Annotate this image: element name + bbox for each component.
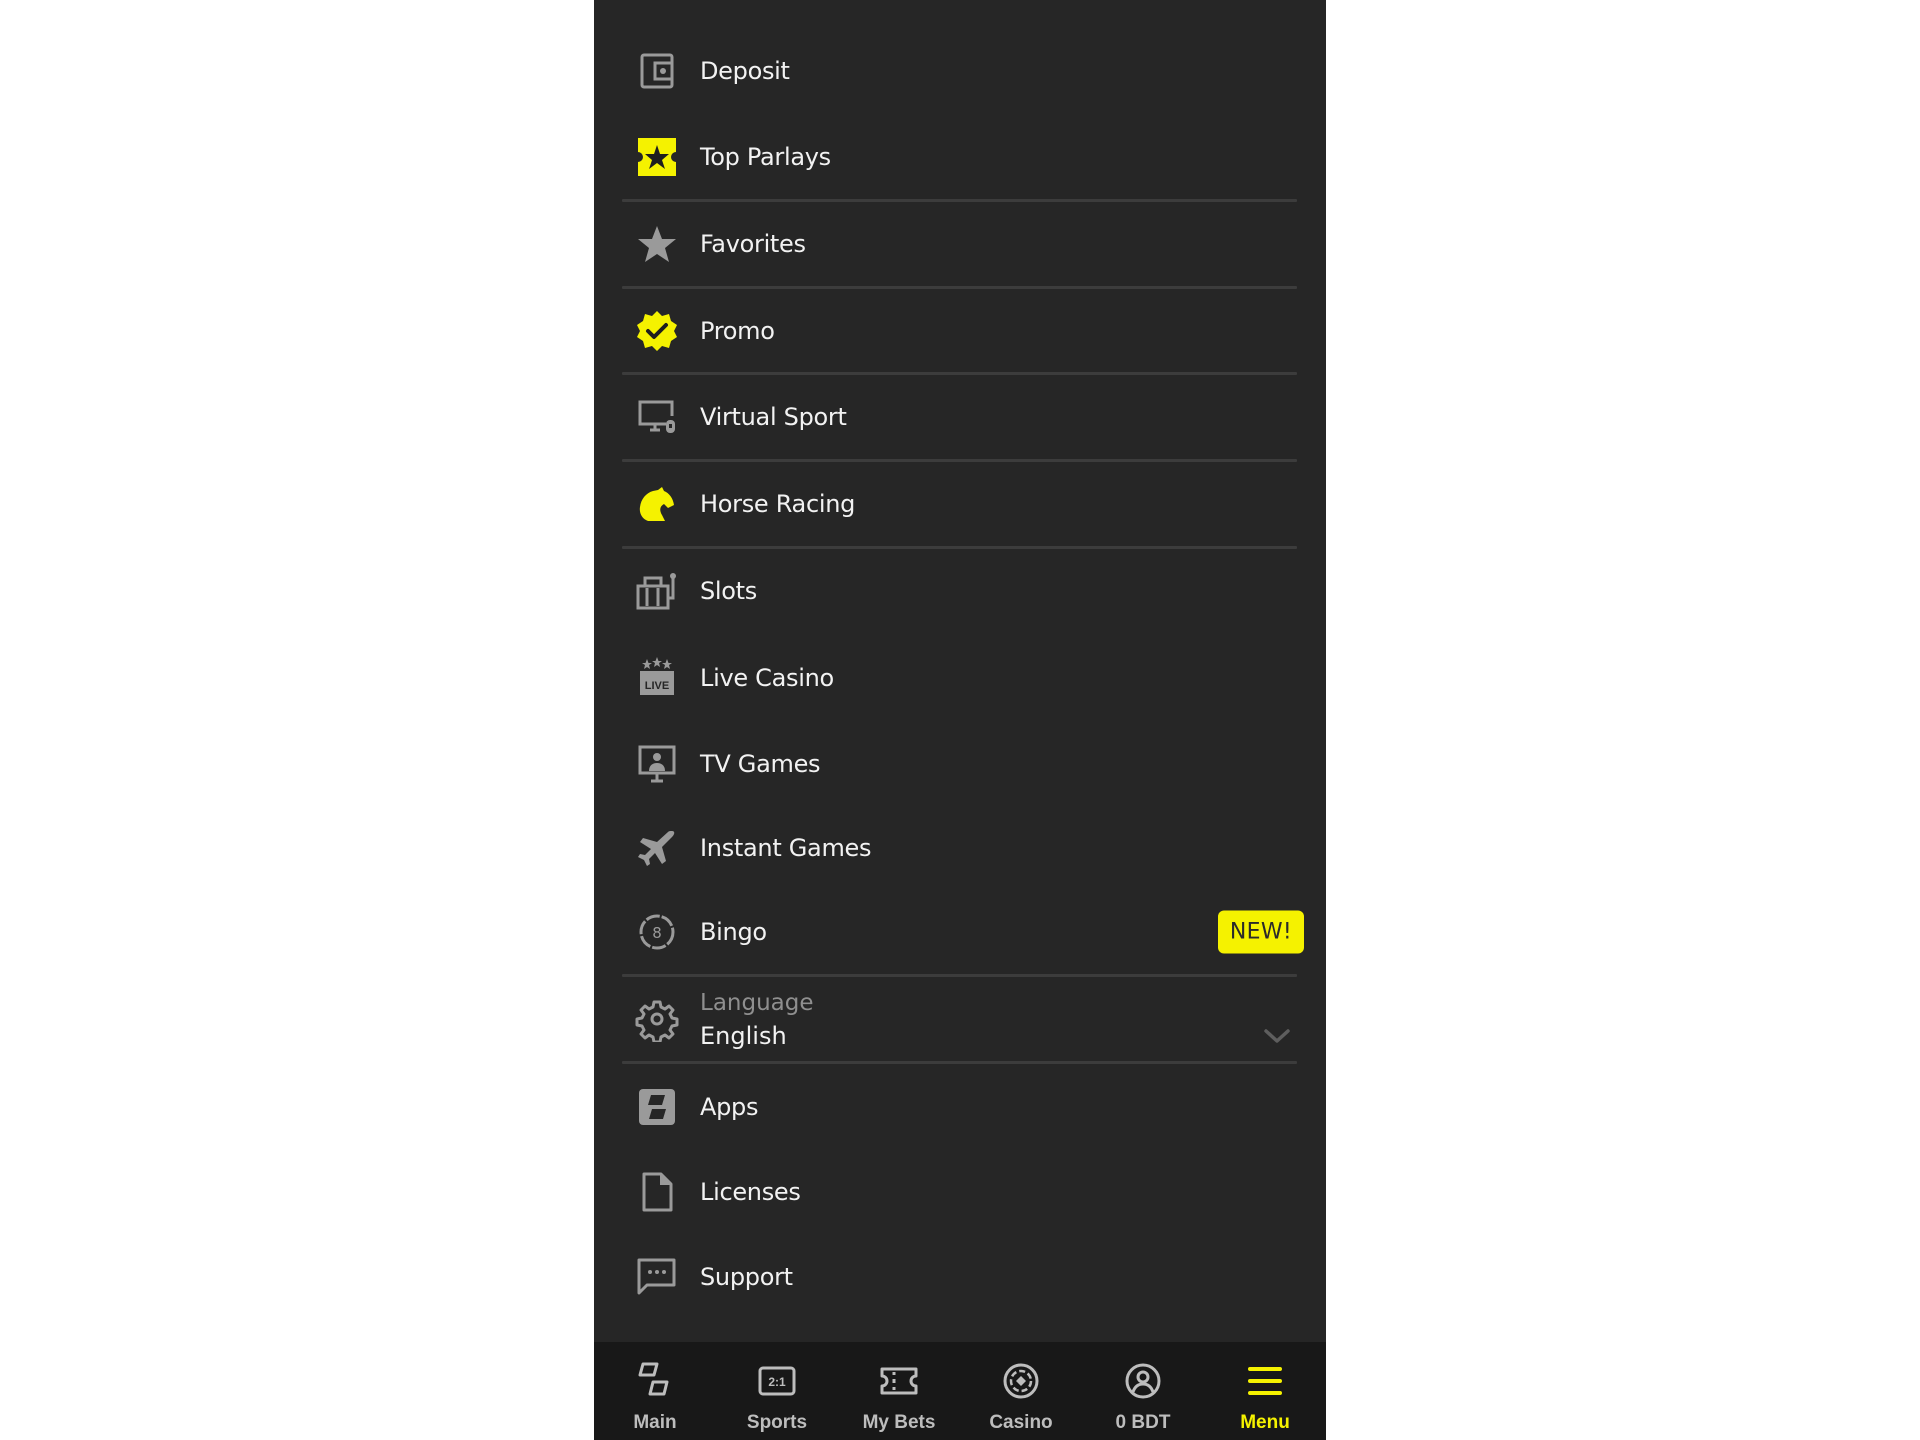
nav-my-bets[interactable]: My Bets [838, 1342, 960, 1440]
casino-chip-icon [1000, 1360, 1042, 1402]
nav-label: Sports [746, 1412, 808, 1433]
menu-item-label: Promo [700, 317, 775, 345]
main-tiles-icon [634, 1360, 676, 1402]
chat-icon [634, 1254, 680, 1300]
menu-item-label: Support [700, 1263, 793, 1291]
nav-casino[interactable]: Casino [960, 1342, 1082, 1440]
nav-label: Casino [989, 1412, 1053, 1433]
nav-label: My Bets [862, 1412, 936, 1433]
chevron-down-icon[interactable] [1260, 1024, 1294, 1048]
menu-item-label: Bingo [700, 918, 767, 946]
gear-icon [634, 996, 680, 1042]
menu-item-label: Live Casino [700, 664, 834, 692]
menu-item-label: Deposit [700, 57, 790, 85]
bottom-navigation: Main 2:1 Sports My Bets Casino 0 BDT Men… [594, 1342, 1326, 1440]
menu-item-virtual-sport[interactable]: Virtual Sport [594, 374, 1326, 460]
menu-item-licenses[interactable]: Licenses [594, 1149, 1326, 1235]
nav-main[interactable]: Main [594, 1342, 716, 1440]
user-account-icon [1122, 1360, 1164, 1402]
wallet-icon [634, 48, 680, 94]
svg-text:8: 8 [652, 924, 662, 942]
menu-item-label: Top Parlays [700, 143, 831, 171]
menu-item-label: Apps [700, 1093, 759, 1121]
menu-item-tv-games[interactable]: TV Games [594, 721, 1326, 807]
monitor-controller-icon [634, 394, 680, 440]
menu-item-live-casino[interactable]: LIVE Live Casino [594, 635, 1326, 721]
svg-text:LIVE: LIVE [645, 680, 669, 692]
menu-item-label: Favorites [700, 230, 806, 258]
apps-icon [634, 1084, 680, 1130]
nav-sports[interactable]: 2:1 Sports [716, 1342, 838, 1440]
nav-account-balance[interactable]: 0 BDT [1082, 1342, 1204, 1440]
menu-item-bingo[interactable]: 8 Bingo NEW! [594, 889, 1326, 975]
menu-item-label: Virtual Sport [700, 403, 847, 431]
menu-item-label: Licenses [700, 1178, 801, 1206]
menu-item-label: Slots [700, 577, 758, 605]
star-icon [634, 221, 680, 267]
menu-item-support[interactable]: Support [594, 1234, 1326, 1320]
menu-item-apps[interactable]: Apps [594, 1064, 1326, 1150]
menu-item-promo[interactable]: Promo [594, 288, 1326, 374]
language-label: Language [700, 990, 814, 1016]
nav-label: Menu [1240, 1412, 1290, 1433]
hamburger-menu-icon [1244, 1360, 1286, 1402]
bingo-ball-icon: 8 [634, 909, 680, 955]
verified-badge-icon [634, 308, 680, 354]
menu-item-label: Horse Racing [700, 490, 856, 518]
tv-presenter-icon [634, 741, 680, 787]
bet-ticket-icon [878, 1360, 920, 1402]
horse-head-icon [634, 481, 680, 527]
svg-text:2:1: 2:1 [768, 1375, 786, 1389]
ticket-star-icon [634, 134, 680, 180]
new-badge: NEW! [1217, 910, 1304, 954]
menu-item-horse-racing[interactable]: Horse Racing [594, 461, 1326, 547]
nav-menu[interactable]: Menu [1204, 1342, 1326, 1440]
airplane-icon [634, 825, 680, 871]
language-value: English [700, 1022, 787, 1050]
nav-label: 0 BDT [1115, 1412, 1171, 1433]
odds-icon: 2:1 [756, 1360, 798, 1402]
live-stars-icon: LIVE [634, 655, 680, 701]
nav-label: Main [633, 1412, 677, 1433]
menu-item-top-parlays[interactable]: Top Parlays [594, 114, 1326, 200]
menu-item-instant-games[interactable]: Instant Games [594, 805, 1326, 891]
menu-item-favorites[interactable]: Favorites [594, 201, 1326, 287]
menu-item-slots[interactable]: Slots [594, 548, 1326, 634]
side-menu-panel: Deposit Top Parlays Favorites Promo Virt… [594, 0, 1326, 1440]
slot-machine-icon [634, 568, 680, 614]
language-selector[interactable]: Language English [594, 976, 1326, 1062]
menu-item-deposit[interactable]: Deposit [594, 28, 1326, 114]
menu-item-label: TV Games [700, 750, 821, 778]
menu-item-label: Instant Games [700, 834, 872, 862]
document-icon [634, 1169, 680, 1215]
